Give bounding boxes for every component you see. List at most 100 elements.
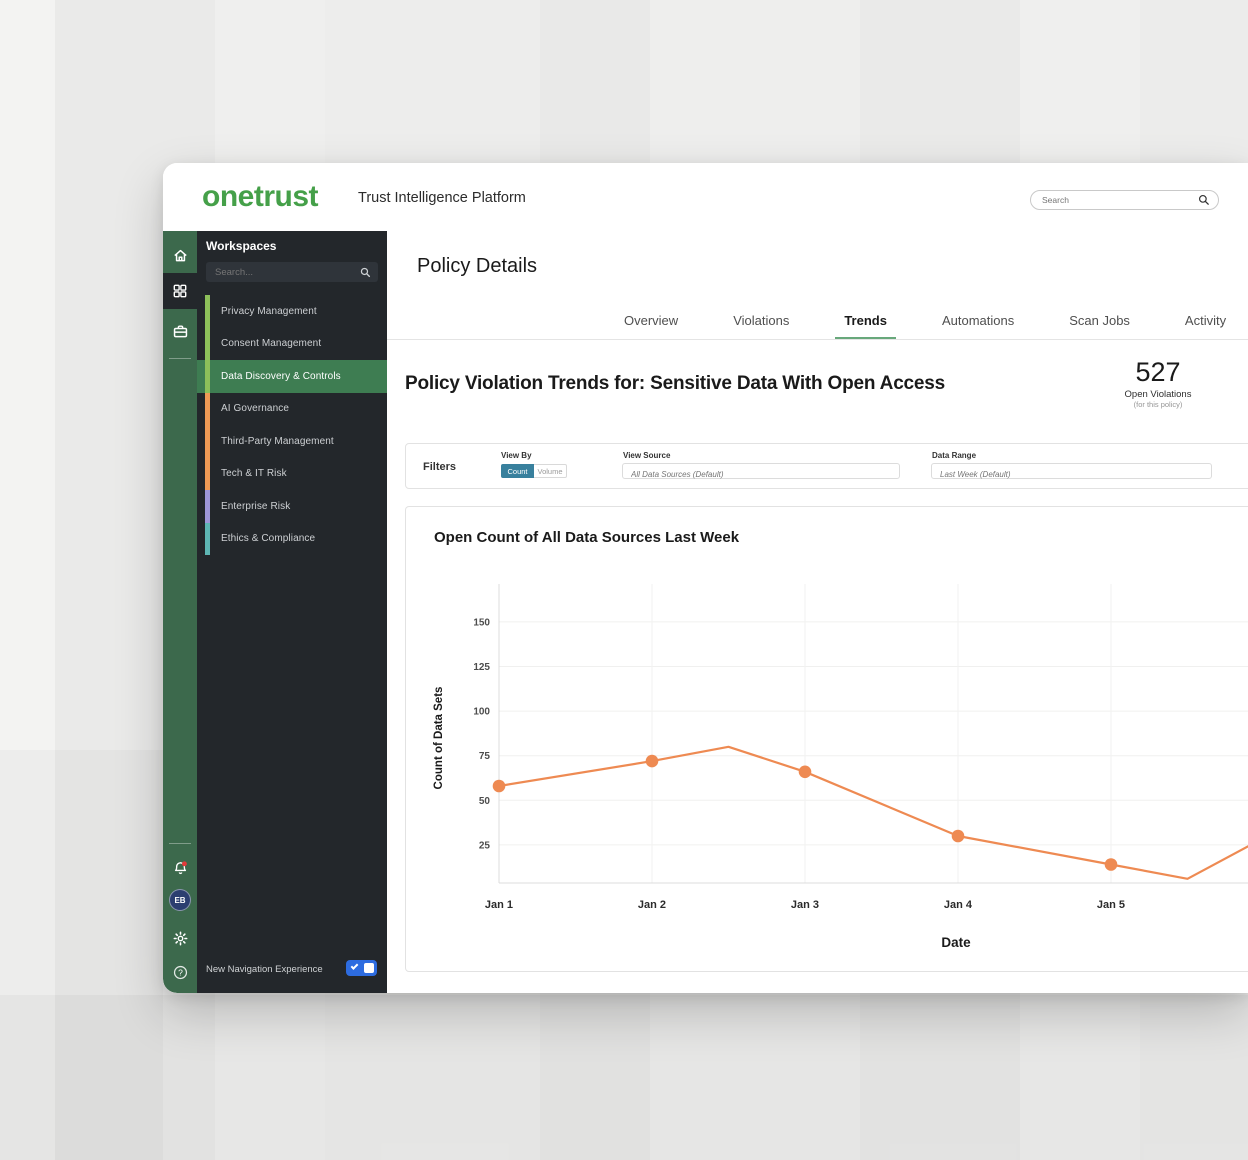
toggle-knob — [364, 963, 374, 973]
sidebar-item-consent-management[interactable]: Consent Management — [197, 328, 387, 361]
x-tick-label: Jan 3 — [791, 899, 819, 911]
x-tick-label: Jan 5 — [1097, 899, 1125, 911]
chart-title: Open Count of All Data Sources Last Week — [434, 529, 739, 546]
sidebar-item-label: Enterprise Risk — [221, 501, 290, 512]
x-tick-label: Jan 4 — [944, 899, 973, 911]
workspace-color-strip — [205, 490, 210, 523]
data-point-Jan 2 — [646, 755, 659, 768]
global-search-input[interactable] — [1031, 195, 1198, 205]
tab-bar: Overview Violations Trends Automations Scan … — [387, 303, 1248, 340]
search-icon — [1198, 194, 1210, 206]
sidebar-item-privacy-management[interactable]: Privacy Management — [197, 295, 387, 328]
view-by-label: View By — [501, 451, 532, 460]
main-content: Policy Details Overview Violations Trends A… — [387, 231, 1248, 993]
stat-sublabel: (for this policy) — [1115, 400, 1201, 409]
sidebar-item-ethics-compliance[interactable]: Ethics & Compliance — [197, 523, 387, 556]
notifications-icon[interactable] — [163, 851, 197, 885]
view-by-segmented-control: Count Volume — [501, 464, 567, 478]
data-point-Jan 3 — [799, 766, 812, 779]
y-tick-label: 125 — [473, 662, 490, 673]
tab-violations[interactable]: Violations — [724, 303, 798, 339]
x-tick-label: Jan 1 — [485, 899, 513, 911]
count-button[interactable]: Count — [501, 464, 534, 478]
apps-icon[interactable] — [163, 273, 197, 309]
panel-footer: New Navigation Experience — [197, 957, 387, 981]
filters-title: Filters — [423, 461, 456, 473]
data-range-input[interactable] — [932, 468, 1211, 482]
sidebar-item-label: Tech & IT Risk — [221, 468, 287, 479]
home-icon[interactable] — [163, 238, 197, 272]
workspace-color-strip — [205, 425, 210, 458]
tab-activity[interactable]: Activity — [1176, 303, 1235, 339]
y-tick-label: 25 — [479, 840, 491, 851]
search-icon — [360, 267, 371, 278]
new-navigation-label: New Navigation Experience — [206, 964, 323, 975]
workspaces-title: Workspaces — [206, 239, 276, 253]
app-rail: EB ? — [163, 231, 197, 993]
settings-icon[interactable] — [163, 921, 197, 955]
y-tick-label: 150 — [473, 617, 490, 628]
sidebar-item-ai-governance[interactable]: AI Governance — [197, 393, 387, 426]
data-point-Jan 4 — [952, 830, 965, 843]
data-point-Jan 1 — [493, 780, 506, 793]
sidebar-item-enterprise-risk[interactable]: Enterprise Risk — [197, 490, 387, 523]
heading-row: Policy Violation Trends for: Sensitive D… — [387, 356, 1248, 418]
workspaces-search[interactable] — [206, 262, 378, 282]
view-source-label: View Source — [623, 451, 670, 460]
sidebar-item-label: AI Governance — [221, 403, 289, 414]
workspace-color-strip — [205, 360, 210, 393]
tab-automations[interactable]: Automations — [933, 303, 1023, 339]
svg-text:?: ? — [178, 967, 183, 977]
top-header: onetrust Trust Intelligence Platform — [163, 163, 1248, 231]
data-point-Jan 5 — [1105, 858, 1118, 871]
sidebar-item-label: Ethics & Compliance — [221, 533, 315, 544]
stat-value: 527 — [1115, 357, 1201, 388]
workspaces-search-input[interactable] — [206, 267, 360, 278]
sidebar-item-label: Third-Party Management — [221, 436, 334, 447]
sidebar-item-label: Data Discovery & Controls — [221, 371, 341, 382]
app-window: onetrust Trust Intelligence Platform — [163, 163, 1248, 993]
open-violations-stat: 527 Open Violations (for this policy) — [1115, 357, 1201, 409]
workspace-color-strip — [205, 393, 210, 426]
stat-label: Open Violations — [1115, 389, 1201, 400]
workspace-nav-list: Privacy Management Consent Management Data… — [197, 295, 387, 555]
workspace-color-strip — [205, 328, 210, 361]
avatar[interactable]: EB — [163, 883, 197, 917]
tab-trends[interactable]: Trends — [835, 303, 896, 339]
sidebar-item-label: Consent Management — [221, 338, 321, 349]
tab-overview[interactable]: Overview — [615, 303, 687, 339]
page-title: Policy Details — [417, 255, 537, 278]
workspace-color-strip — [205, 523, 210, 556]
check-icon — [351, 962, 359, 970]
trend-chart-svg: 25 50 75 100 125 150 Jan 1 Jan 2 Jan 3 Jan 4 Jan 5… — [406, 553, 1248, 973]
sidebar-item-third-party-management[interactable]: Third-Party Management — [197, 425, 387, 458]
product-name: Trust Intelligence Platform — [358, 190, 526, 206]
onetrust-logo: onetrust — [202, 180, 318, 214]
sidebar-item-tech-it-risk[interactable]: Tech & IT Risk — [197, 458, 387, 491]
workspaces-panel: Workspaces Privacy Management Consent Man… — [197, 231, 387, 993]
volume-button[interactable]: Volume — [534, 464, 567, 478]
workspace-color-strip — [205, 458, 210, 491]
y-tick-label: 50 — [479, 796, 491, 807]
help-icon[interactable]: ? — [163, 955, 197, 989]
projects-icon[interactable] — [163, 314, 197, 348]
y-axis-title: Count of Data Sets — [433, 687, 445, 790]
new-navigation-toggle[interactable] — [346, 960, 377, 976]
x-axis-title: Date — [941, 935, 971, 950]
x-tick-label: Jan 2 — [638, 899, 666, 911]
tab-scan-jobs[interactable]: Scan Jobs — [1060, 303, 1139, 339]
sidebar-item-label: Privacy Management — [221, 306, 317, 317]
trends-heading: Policy Violation Trends for: Sensitive D… — [405, 373, 945, 395]
sidebar-item-data-discovery-controls[interactable]: Data Discovery & Controls — [197, 360, 387, 393]
view-source-input[interactable] — [623, 468, 899, 482]
y-tick-label: 75 — [479, 751, 491, 762]
data-range-field[interactable] — [931, 463, 1212, 479]
y-tick-label: 100 — [473, 707, 490, 718]
view-source-field[interactable] — [622, 463, 900, 479]
global-search[interactable] — [1030, 190, 1219, 210]
avatar-initials: EB — [174, 896, 185, 905]
data-range-label: Data Range — [932, 451, 976, 460]
trend-line — [499, 747, 1248, 879]
filters-bar: Filters View By Count Volume View Source… — [405, 443, 1248, 489]
trend-chart-card: Open Count of All Data Sources Last Week… — [405, 506, 1248, 972]
